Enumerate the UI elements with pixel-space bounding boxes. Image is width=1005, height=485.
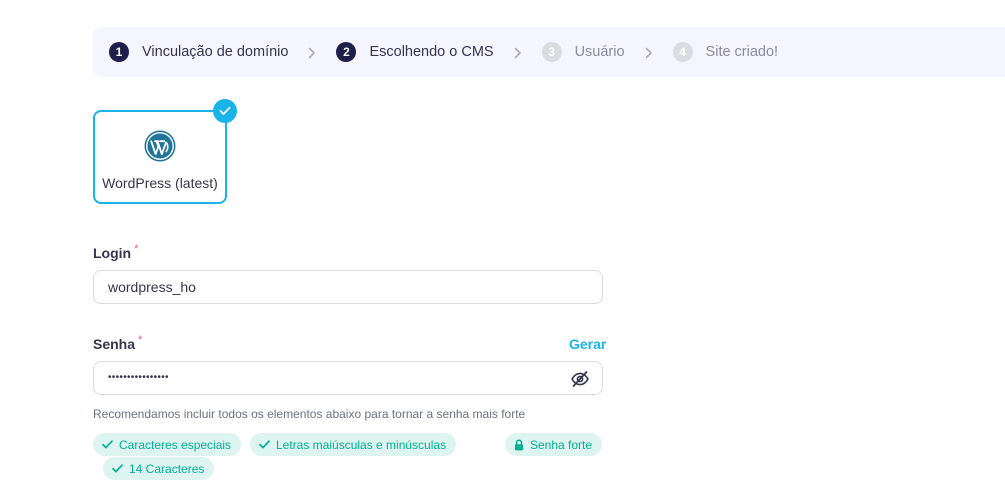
login-label-text: Login <box>93 245 132 261</box>
chevron-right-icon <box>645 47 655 59</box>
login-input[interactable]: wordpress_ho <box>93 270 603 304</box>
step-label: Usuário <box>574 44 625 60</box>
password-hint: Recomendamos incluir todos os elementos … <box>93 407 526 421</box>
step-label: Vinculação de domínio <box>142 44 289 60</box>
setup-stepper: 1 Vinculação de domínio 2 Escolhendo o C… <box>93 27 1005 77</box>
step-number: 4 <box>672 42 693 62</box>
required-mark: * <box>134 243 139 255</box>
chevron-right-icon <box>308 47 318 59</box>
password-strength-label: Senha forte <box>530 437 593 452</box>
cms-option-wordpress[interactable]: WordPress (latest) <box>93 110 227 204</box>
step-number: 1 <box>109 42 129 62</box>
step-cms: 2 Escolhendo o CMS <box>336 27 494 77</box>
step-user: 3 Usuário <box>541 27 625 77</box>
wordpress-icon <box>144 130 176 162</box>
selected-check-icon <box>213 99 237 123</box>
check-icon <box>259 440 270 449</box>
password-input[interactable]: •••••••••••••••• <box>93 361 603 395</box>
password-label-text: Senha <box>93 336 136 352</box>
password-strength-badge: Senha forte <box>505 433 603 456</box>
login-label: Login * <box>93 243 139 261</box>
login-input-value: wordpress_ho <box>108 279 196 295</box>
password-input-value: •••••••••••••••• <box>108 371 169 383</box>
requirement-label: 14 Caracteres <box>129 461 205 476</box>
step-label: Escolhendo o CMS <box>369 44 494 60</box>
step-domain: 1 Vinculação de domínio <box>109 27 288 77</box>
step-number: 3 <box>541 42 562 62</box>
step-number: 2 <box>336 42 357 62</box>
required-mark: * <box>138 334 143 346</box>
step-site-created: 4 Site criado! <box>672 27 779 77</box>
chevron-right-icon <box>514 47 524 59</box>
requirement-case-mix: Letras maiúsculas e minúsculas <box>250 433 457 456</box>
step-label: Site criado! <box>705 44 779 60</box>
check-icon <box>102 440 113 449</box>
cms-option-label: WordPress (latest) <box>102 175 218 191</box>
requirement-special-chars: Caracteres especiais <box>93 433 242 456</box>
lock-icon <box>515 438 523 450</box>
password-label: Senha * <box>93 334 143 352</box>
requirement-label: Caracteres especiais <box>119 437 232 452</box>
requirement-length: 14 Caracteres <box>103 457 215 480</box>
eye-slash-icon[interactable] <box>570 370 590 388</box>
generate-password-link[interactable]: Gerar <box>569 336 606 352</box>
check-icon <box>112 464 123 473</box>
requirement-label: Letras maiúsculas e minúsculas <box>276 437 447 452</box>
